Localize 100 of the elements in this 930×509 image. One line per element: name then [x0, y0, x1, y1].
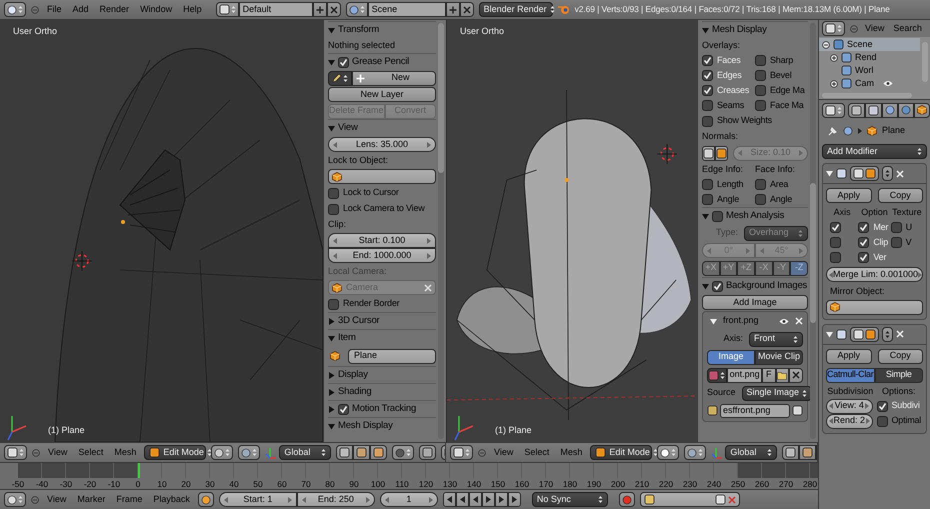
play-button[interactable]	[482, 492, 495, 507]
number-field[interactable]: Lens: 35.000	[328, 137, 436, 152]
menu-item[interactable]: Mesh	[111, 446, 140, 460]
left-arrow-icon[interactable]	[224, 496, 228, 502]
checkbox[interactable]	[338, 55, 349, 69]
add-layout-button[interactable]	[312, 2, 327, 17]
menu-item[interactable]: File	[44, 2, 65, 16]
new-button[interactable]: New	[352, 70, 436, 86]
next-keyframe-button[interactable]	[494, 492, 508, 507]
left-arrow-icon[interactable]	[333, 252, 337, 258]
magnet-button[interactable]	[419, 445, 436, 460]
eye-icon[interactable]	[883, 80, 894, 87]
scene-tab[interactable]	[882, 102, 898, 118]
number-field[interactable]: End: 250	[296, 492, 375, 507]
vertex-normals-button[interactable]	[702, 146, 715, 160]
checkbox[interactable]: U	[890, 220, 923, 234]
close-icon[interactable]	[462, 6, 471, 14]
number-field[interactable]: View: 4	[826, 398, 872, 414]
edge-select-button[interactable]	[353, 445, 370, 460]
move-button[interactable]	[882, 166, 893, 181]
menu-item[interactable]: Add	[70, 2, 92, 16]
sync-select[interactable]: No Sync	[532, 492, 608, 507]
menu-item[interactable]: Render	[96, 2, 132, 16]
panel-header[interactable]: Mesh Analysis	[702, 207, 808, 224]
unlink-button[interactable]	[789, 368, 804, 382]
shading-select[interactable]	[657, 445, 680, 460]
object-field[interactable]	[826, 300, 923, 314]
apply-button[interactable]: Apply	[826, 348, 872, 364]
panel-header[interactable]: Shading	[328, 383, 436, 400]
editor-type-select[interactable]	[822, 102, 845, 118]
checkbox[interactable]	[712, 209, 723, 223]
disclosure-triangle-icon[interactable]	[328, 422, 335, 430]
vertex-select-button[interactable]	[782, 445, 800, 460]
left-arrow-icon[interactable]	[829, 418, 833, 424]
menu-item[interactable]: View	[45, 446, 70, 460]
scrollbar-thumb[interactable]	[438, 23, 444, 173]
outliner-item[interactable]: Worl	[819, 64, 920, 77]
disclosure-triangle-icon[interactable]	[826, 170, 833, 177]
move-button[interactable]	[882, 326, 893, 342]
copy-button[interactable]: Copy	[878, 348, 923, 364]
toggle-button[interactable]: Simple	[874, 368, 923, 382]
3d-viewport[interactable]: User Ortho (1) Plane	[0, 20, 323, 442]
outliner-item[interactable]: Cam	[819, 77, 920, 90]
delete-scene-button[interactable]	[460, 2, 474, 17]
expand-icon[interactable]	[830, 80, 838, 88]
button[interactable]: New Layer	[328, 87, 436, 102]
scrollbar-thumb[interactable]	[810, 183, 816, 323]
menu-item[interactable]: View	[491, 446, 516, 460]
checkbox[interactable]: Face Ma	[755, 98, 808, 112]
image-name-field[interactable]: ont.png	[726, 368, 762, 382]
left-arrow-icon[interactable]	[333, 142, 337, 148]
world-tab[interactable]	[898, 102, 914, 118]
object-tab[interactable]	[914, 102, 930, 118]
pencil-select[interactable]	[328, 70, 352, 86]
file-path-field[interactable]: esffront.png	[720, 404, 790, 418]
scrollbar[interactable]	[438, 23, 444, 439]
name-field[interactable]: Plane	[348, 348, 436, 364]
disclosure-triangle-icon[interactable]	[328, 318, 335, 324]
vertex-select-button[interactable]	[336, 445, 354, 460]
checkbox[interactable]: Bevel	[755, 68, 808, 82]
menu-item[interactable]: View	[44, 492, 70, 506]
collapse-icon[interactable]	[822, 40, 830, 48]
shading-select[interactable]	[211, 445, 234, 460]
preview-range-button[interactable]	[198, 492, 214, 507]
panel-header[interactable]: Transform	[328, 21, 436, 38]
checkbox[interactable]	[712, 279, 723, 293]
checkbox[interactable]: Edges	[702, 68, 755, 82]
editor-type-select[interactable]	[450, 445, 473, 460]
checkbox[interactable]: Faces	[702, 54, 755, 68]
face-normals-button[interactable]	[715, 146, 728, 160]
disclosure-triangle-icon[interactable]	[328, 334, 335, 342]
checkbox[interactable]	[338, 402, 349, 416]
object-field[interactable]	[328, 169, 436, 184]
left-arrow-icon[interactable]	[829, 403, 833, 409]
menu-item[interactable]: Marker	[74, 492, 108, 506]
checkbox[interactable]: Edge Ma	[755, 84, 808, 98]
disclosure-triangle-icon[interactable]	[702, 26, 709, 34]
proportional-select[interactable]	[392, 445, 414, 460]
menu-item[interactable]: View	[863, 22, 886, 36]
delete-layout-button[interactable]	[326, 2, 341, 17]
checkbox[interactable]: Seams	[702, 98, 755, 112]
menu-item[interactable]: Select	[521, 446, 552, 460]
number-field[interactable]: Start: 1	[218, 492, 297, 507]
pivot-select[interactable]	[684, 445, 706, 460]
disclosure-triangle-icon[interactable]	[328, 388, 335, 396]
pivot-select[interactable]	[238, 445, 260, 460]
checkbox[interactable]: Angle	[755, 192, 808, 206]
orientation-select[interactable]: Global	[725, 445, 778, 460]
apply-button[interactable]: Apply	[826, 188, 872, 203]
menu-item[interactable]: Search	[891, 22, 924, 36]
checkbox[interactable]: Angle	[702, 192, 755, 206]
scrollbar[interactable]	[810, 23, 816, 439]
checkbox[interactable]: Optimal	[876, 414, 923, 428]
previous-keyframe-button[interactable]	[456, 492, 469, 507]
disclosure-triangle-icon[interactable]	[826, 330, 833, 338]
menu-item[interactable]: Playback	[150, 492, 193, 506]
disclosure-triangle-icon[interactable]	[328, 372, 335, 378]
outliner-item[interactable]: Scene	[819, 38, 920, 51]
fake-user-button[interactable]: F	[762, 368, 776, 382]
left-arrow-icon[interactable]	[829, 272, 833, 278]
